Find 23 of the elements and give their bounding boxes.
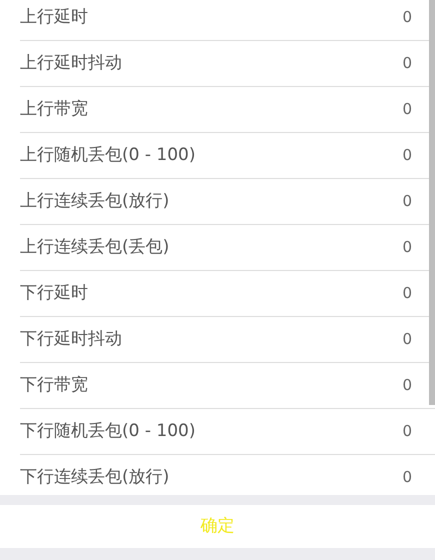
setting-value: 0 (402, 191, 412, 212)
setting-label[interactable]: 上行带宽 (20, 96, 88, 122)
setting-label[interactable]: 下行随机丢包(0 - 100) (20, 418, 196, 444)
setting-value: 0 (402, 99, 412, 120)
setting-value: 0 (402, 237, 412, 258)
setting-label[interactable]: 上行连续丢包(放行) (20, 188, 170, 214)
setting-label[interactable]: 上行延时抖动 (20, 50, 122, 76)
setting-label[interactable]: 上行随机丢包(0 - 100) (20, 142, 196, 168)
scrollbar[interactable] (429, 0, 435, 405)
setting-label[interactable]: 下行延时抖动 (20, 326, 122, 352)
setting-label[interactable]: 上行连续丢包(丢包) (20, 234, 170, 260)
setting-value: 0 (402, 329, 412, 350)
setting-label[interactable]: 下行延时 (20, 280, 88, 306)
setting-label[interactable]: 下行带宽 (20, 372, 88, 398)
setting-label[interactable]: 上行延时 (20, 4, 88, 30)
setting-value: 0 (402, 421, 412, 442)
setting-value: 0 (402, 53, 412, 74)
setting-value: 0 (402, 283, 412, 304)
setting-value: 0 (402, 145, 412, 166)
setting-value: 0 (402, 375, 412, 396)
setting-label[interactable]: 下行连续丢包(放行) (20, 464, 170, 490)
setting-value: 0 (402, 7, 412, 28)
setting-value: 0 (402, 467, 412, 488)
